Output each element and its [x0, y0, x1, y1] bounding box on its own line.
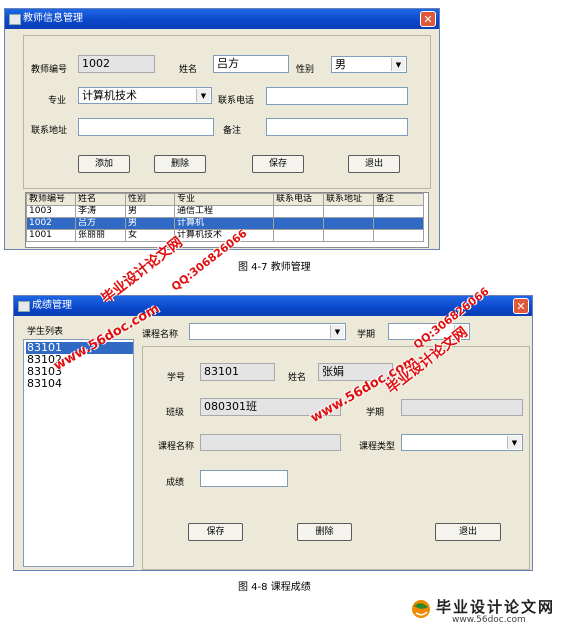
score-label: 成绩 [166, 478, 185, 488]
major-value: 计算机技术 [82, 89, 137, 102]
exit-button[interactable]: 退出 [348, 155, 400, 173]
name-label: 姓名 [179, 65, 198, 75]
gender-label: 性别 [296, 65, 315, 75]
chevron-down-icon[interactable]: ▼ [196, 89, 210, 102]
table-cell [273, 217, 324, 230]
address-label: 联系地址 [31, 126, 68, 136]
grade-window-title: 成绩管理 [32, 300, 72, 311]
course-name-field[interactable] [200, 434, 341, 451]
score-field[interactable] [200, 470, 288, 487]
grade-save-button[interactable]: 保存 [188, 523, 243, 541]
table-cell [323, 217, 374, 230]
student-listbox[interactable]: 83101 83102 83103 83104 [23, 339, 134, 567]
student-id-field[interactable]: 83101 [200, 363, 275, 381]
phone-field[interactable] [266, 87, 408, 105]
student-name-label: 姓名 [288, 373, 307, 383]
table-cell [373, 217, 424, 230]
address-field[interactable] [78, 118, 214, 136]
chevron-down-icon[interactable]: ▼ [507, 436, 521, 449]
course-type-select[interactable]: ▼ [401, 434, 523, 451]
name-field[interactable]: 吕方 [213, 55, 289, 73]
table-cell [373, 229, 424, 242]
table-cell: 李涛 [75, 205, 126, 218]
teacher-table-body: 教师编号 姓名 性别 专业 联系电话 联系地址 备注 1003 李涛 男 通信工… [26, 193, 424, 242]
figure-caption-1: 图 4-7 教师管理 [238, 262, 311, 273]
table-cell: 吕方 [75, 217, 126, 230]
table-cell: 1001 [26, 229, 76, 242]
table-cell [273, 205, 324, 218]
table-row-selected[interactable]: 1002 吕方 男 计算机 [26, 217, 424, 230]
student-id-label: 学号 [167, 373, 186, 383]
column-header[interactable]: 联系电话 [273, 193, 324, 206]
teacher-window: 教师信息管理 ✕ 教师编号 1002 姓名 吕方 性别 男 ▼ 专业 计算机技术… [4, 8, 440, 250]
teacher-id-label: 教师编号 [31, 65, 68, 75]
footer-site-name: 毕业设计论文网 [436, 598, 556, 616]
gender-value: 男 [335, 58, 346, 71]
table-cell [323, 205, 374, 218]
table-cell [373, 205, 424, 218]
table-cell: 男 [125, 217, 175, 230]
term-field[interactable] [401, 399, 523, 416]
term-label: 学期 [366, 408, 385, 418]
footer-logo: 毕业设计论文网 www.56doc.com [408, 596, 572, 626]
globe-icon [412, 600, 430, 618]
chevron-down-icon[interactable]: ▼ [330, 325, 344, 338]
table-cell [273, 229, 324, 242]
save-button[interactable]: 保存 [252, 155, 304, 173]
table-cell: 1003 [26, 205, 76, 218]
delete-button[interactable]: 删除 [154, 155, 206, 173]
figure-caption-2: 图 4-8 课程成绩 [238, 582, 311, 593]
course-name-top-select[interactable]: ▼ [189, 323, 346, 340]
table-cell: 通信工程 [174, 205, 274, 218]
table-row[interactable]: 1003 李涛 男 通信工程 [26, 205, 424, 218]
column-header[interactable]: 教师编号 [26, 193, 76, 206]
teacher-window-title: 教师信息管理 [23, 13, 83, 24]
table-cell: 计算机 [174, 217, 274, 230]
grade-delete-button[interactable]: 删除 [297, 523, 352, 541]
list-item[interactable]: 83104 [26, 378, 62, 390]
window-icon [9, 14, 21, 25]
add-button[interactable]: 添加 [78, 155, 130, 173]
remark-label: 备注 [223, 126, 242, 136]
remark-field[interactable] [266, 118, 408, 136]
close-icon[interactable]: ✕ [420, 11, 436, 27]
table-cell: 张丽丽 [75, 229, 126, 242]
teacher-window-titlebar[interactable]: 教师信息管理 ✕ [5, 9, 439, 29]
column-header[interactable]: 备注 [373, 193, 424, 206]
window-icon [18, 301, 30, 312]
gender-select[interactable]: 男 ▼ [331, 56, 407, 73]
table-cell [323, 229, 374, 242]
course-type-label: 课程类型 [359, 442, 396, 452]
column-header[interactable]: 专业 [174, 193, 274, 206]
major-label: 专业 [48, 96, 67, 106]
grade-exit-button[interactable]: 退出 [435, 523, 501, 541]
table-header-row: 教师编号 姓名 性别 专业 联系电话 联系地址 备注 [26, 193, 424, 206]
term-top-label: 学期 [357, 330, 376, 340]
course-name-label: 课程名称 [158, 442, 195, 452]
close-icon[interactable]: ✕ [513, 298, 529, 314]
course-name-top-label: 课程名称 [142, 330, 179, 340]
column-header[interactable]: 联系地址 [323, 193, 374, 206]
phone-label: 联系电话 [218, 96, 255, 106]
footer-url: www.56doc.com [452, 615, 526, 625]
table-cell: 男 [125, 205, 175, 218]
teacher-id-field[interactable]: 1002 [78, 55, 155, 73]
table-cell: 1002 [26, 217, 76, 230]
column-header[interactable]: 姓名 [75, 193, 126, 206]
class-label: 班级 [166, 408, 185, 418]
chevron-down-icon[interactable]: ▼ [391, 58, 405, 71]
major-select[interactable]: 计算机技术 ▼ [78, 87, 212, 104]
student-list-label: 学生列表 [27, 327, 64, 337]
column-header[interactable]: 性别 [125, 193, 175, 206]
